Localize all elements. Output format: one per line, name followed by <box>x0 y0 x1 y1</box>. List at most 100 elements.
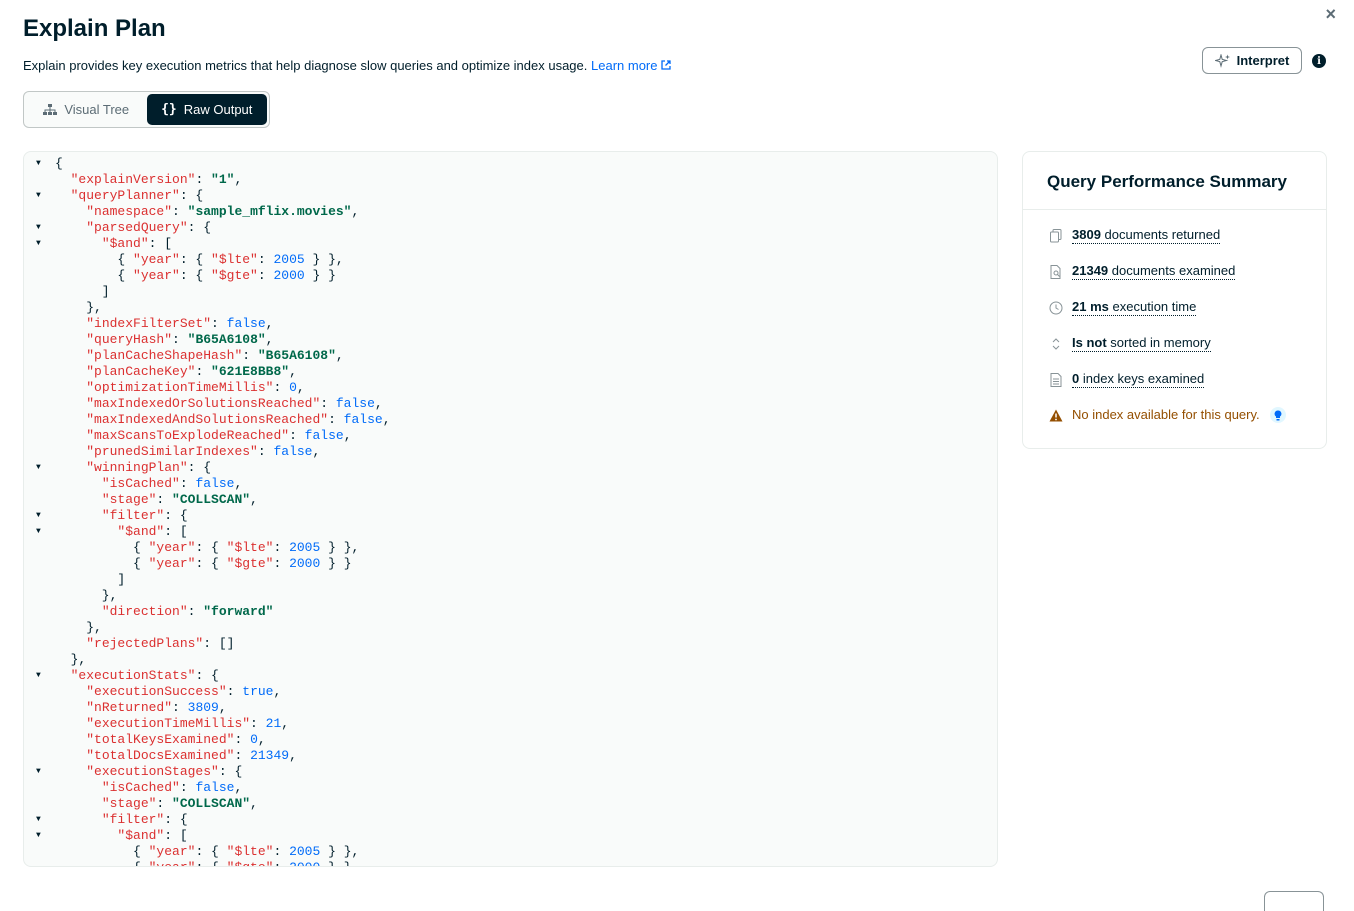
raw-output-panel[interactable]: ▼{ "explainVersion": "1", ▼ "queryPlanner… <box>23 151 998 867</box>
code-text: "explainVersion": "1", <box>70 172 243 187</box>
metric-text[interactable]: 21349 documents examined <box>1072 263 1236 280</box>
code-line: "indexFilterSet": false, <box>24 316 997 332</box>
code-text: "rejectedPlans": [] <box>86 636 235 651</box>
lightbulb-icon[interactable] <box>1269 407 1286 423</box>
visual-tree-toggle[interactable]: Visual Tree <box>26 94 147 125</box>
code-line: ▼{ <box>24 156 997 172</box>
code-text: "$and": [ <box>117 828 188 843</box>
code-text: "totalKeysExamined": 0, <box>86 732 266 747</box>
code-line: { "year": { "$lte": 2005 } }, <box>24 540 997 556</box>
collapse-caret-icon[interactable]: ▼ <box>36 508 41 524</box>
collapse-caret-icon[interactable]: ▼ <box>36 460 41 476</box>
external-link-icon <box>660 60 671 70</box>
code-text: "filter": { <box>101 812 188 827</box>
collapse-caret-icon[interactable]: ▼ <box>36 156 41 172</box>
metric-text[interactable]: 3809 documents returned <box>1072 227 1221 244</box>
collapse-caret-icon[interactable]: ▼ <box>36 188 41 204</box>
code-text: "filter": { <box>101 508 188 523</box>
metric-text[interactable]: 0 index keys examined <box>1072 371 1205 388</box>
documents-icon <box>1049 228 1063 243</box>
code-text: "isCached": false, <box>101 476 243 491</box>
code-line: "executionSuccess": true, <box>24 684 997 700</box>
metric-text[interactable]: 21 ms execution time <box>1072 299 1197 316</box>
braces-icon: {} <box>161 102 177 117</box>
code-line: ▼ "executionStats": { <box>24 668 997 684</box>
code-text: "$and": [ <box>101 236 173 251</box>
interpret-button[interactable]: Interpret <box>1202 47 1302 74</box>
code-text: "namespace": "sample_mflix.movies", <box>86 204 360 219</box>
collapse-caret-icon[interactable]: ▼ <box>36 524 41 540</box>
code-text: ] <box>55 572 126 587</box>
code-line: ▼ "$and": [ <box>24 236 997 252</box>
summary-title: Query Performance Summary <box>1047 172 1287 191</box>
code-text: "queryPlanner": { <box>70 188 204 203</box>
collapse-caret-icon[interactable]: ▼ <box>36 236 41 252</box>
code-text: "totalDocsExamined": 21349, <box>86 748 297 763</box>
code-line: "planCacheShapeHash": "B65A6108", <box>24 348 997 364</box>
code-line: ▼ "$and": [ <box>24 524 997 540</box>
code-line: "optimizationTimeMillis": 0, <box>24 380 997 396</box>
metric-sorted-in-memory: Is not sorted in memory <box>1049 335 1211 352</box>
view-toggle: Visual Tree {} Raw Output <box>23 91 270 128</box>
collapse-caret-icon[interactable]: ▼ <box>36 220 41 236</box>
collapse-caret-icon[interactable]: ▼ <box>36 812 41 828</box>
code-text: "indexFilterSet": false, <box>86 316 274 331</box>
code-line: ▼ "executionStages": { <box>24 764 997 780</box>
code-line: "isCached": false, <box>24 780 997 796</box>
code-text: "maxScansToExplodeReached": false, <box>86 428 352 443</box>
code-text: { "year": { "$lte": 2005 } }, <box>55 540 360 555</box>
code-line: ▼ "queryPlanner": { <box>24 188 997 204</box>
code-text: { "year": { "$gte": 2000 } } <box>55 860 352 866</box>
code-line: ▼ "filter": { <box>24 508 997 524</box>
code-text: "prunedSimilarIndexes": false, <box>86 444 321 459</box>
collapse-caret-icon[interactable]: ▼ <box>36 828 41 844</box>
code-line: "executionTimeMillis": 21, <box>24 716 997 732</box>
code-line: }, <box>24 588 997 604</box>
code-line: "rejectedPlans": [] <box>24 636 997 652</box>
code-text: { "year": { "$lte": 2005 } }, <box>55 844 360 859</box>
code-text: }, <box>55 652 87 667</box>
code-text: "maxIndexedAndSolutionsReached": false, <box>86 412 391 427</box>
query-performance-summary: Query Performance Summary 3809 documents… <box>1022 151 1327 449</box>
metric-text[interactable]: Is not sorted in memory <box>1072 335 1211 352</box>
code-line: ▼ "winningPlan": { <box>24 460 997 476</box>
collapse-caret-icon[interactable]: ▼ <box>36 764 41 780</box>
code-text: { "year": { "$lte": 2005 } }, <box>55 252 344 267</box>
code-line: { "year": { "$gte": 2000 } } <box>24 268 997 284</box>
sparkle-icon <box>1214 53 1230 68</box>
code-line: "stage": "COLLSCAN", <box>24 796 997 812</box>
close-icon[interactable]: × <box>1325 4 1336 25</box>
code-text: }, <box>55 300 102 315</box>
code-text: "winningPlan": { <box>86 460 212 475</box>
code-line: { "year": { "$gte": 2000 } } <box>24 860 997 866</box>
code-line: "namespace": "sample_mflix.movies", <box>24 204 997 220</box>
raw-output-label: Raw Output <box>183 102 253 117</box>
learn-more-link[interactable]: Learn more <box>591 58 671 73</box>
code-text: "parsedQuery": { <box>86 220 212 235</box>
document-search-icon <box>1049 264 1063 279</box>
metric-documents-examined: 21349 documents examined <box>1049 263 1236 280</box>
code-line: { "year": { "$lte": 2005 } }, <box>24 844 997 860</box>
warning-text: No index available for this query. <box>1072 407 1260 422</box>
code-text: { "year": { "$gte": 2000 } } <box>55 556 352 571</box>
metric-execution-time: 21 ms execution time <box>1049 299 1197 316</box>
sort-icon <box>1049 337 1063 351</box>
code-text: "direction": "forward" <box>101 604 274 619</box>
footer-button[interactable] <box>1264 891 1324 911</box>
code-line: ] <box>24 284 997 300</box>
code-line: "direction": "forward" <box>24 604 997 620</box>
code-line: ▼ "$and": [ <box>24 828 997 844</box>
code-line: { "year": { "$lte": 2005 } }, <box>24 252 997 268</box>
info-icon[interactable]: i <box>1312 54 1326 68</box>
clock-icon <box>1049 301 1063 315</box>
code-line: }, <box>24 620 997 636</box>
code-line: "prunedSimilarIndexes": false, <box>24 444 997 460</box>
code-text: { "year": { "$gte": 2000 } } <box>55 268 336 283</box>
code-line: "explainVersion": "1", <box>24 172 997 188</box>
code-text: "executionTimeMillis": 21, <box>86 716 290 731</box>
raw-output-toggle[interactable]: {} Raw Output <box>146 94 267 125</box>
collapse-caret-icon[interactable]: ▼ <box>36 668 41 684</box>
code-text: "nReturned": 3809, <box>86 700 227 715</box>
code-text: "$and": [ <box>117 524 188 539</box>
code-line: "maxIndexedAndSolutionsReached": false, <box>24 412 997 428</box>
